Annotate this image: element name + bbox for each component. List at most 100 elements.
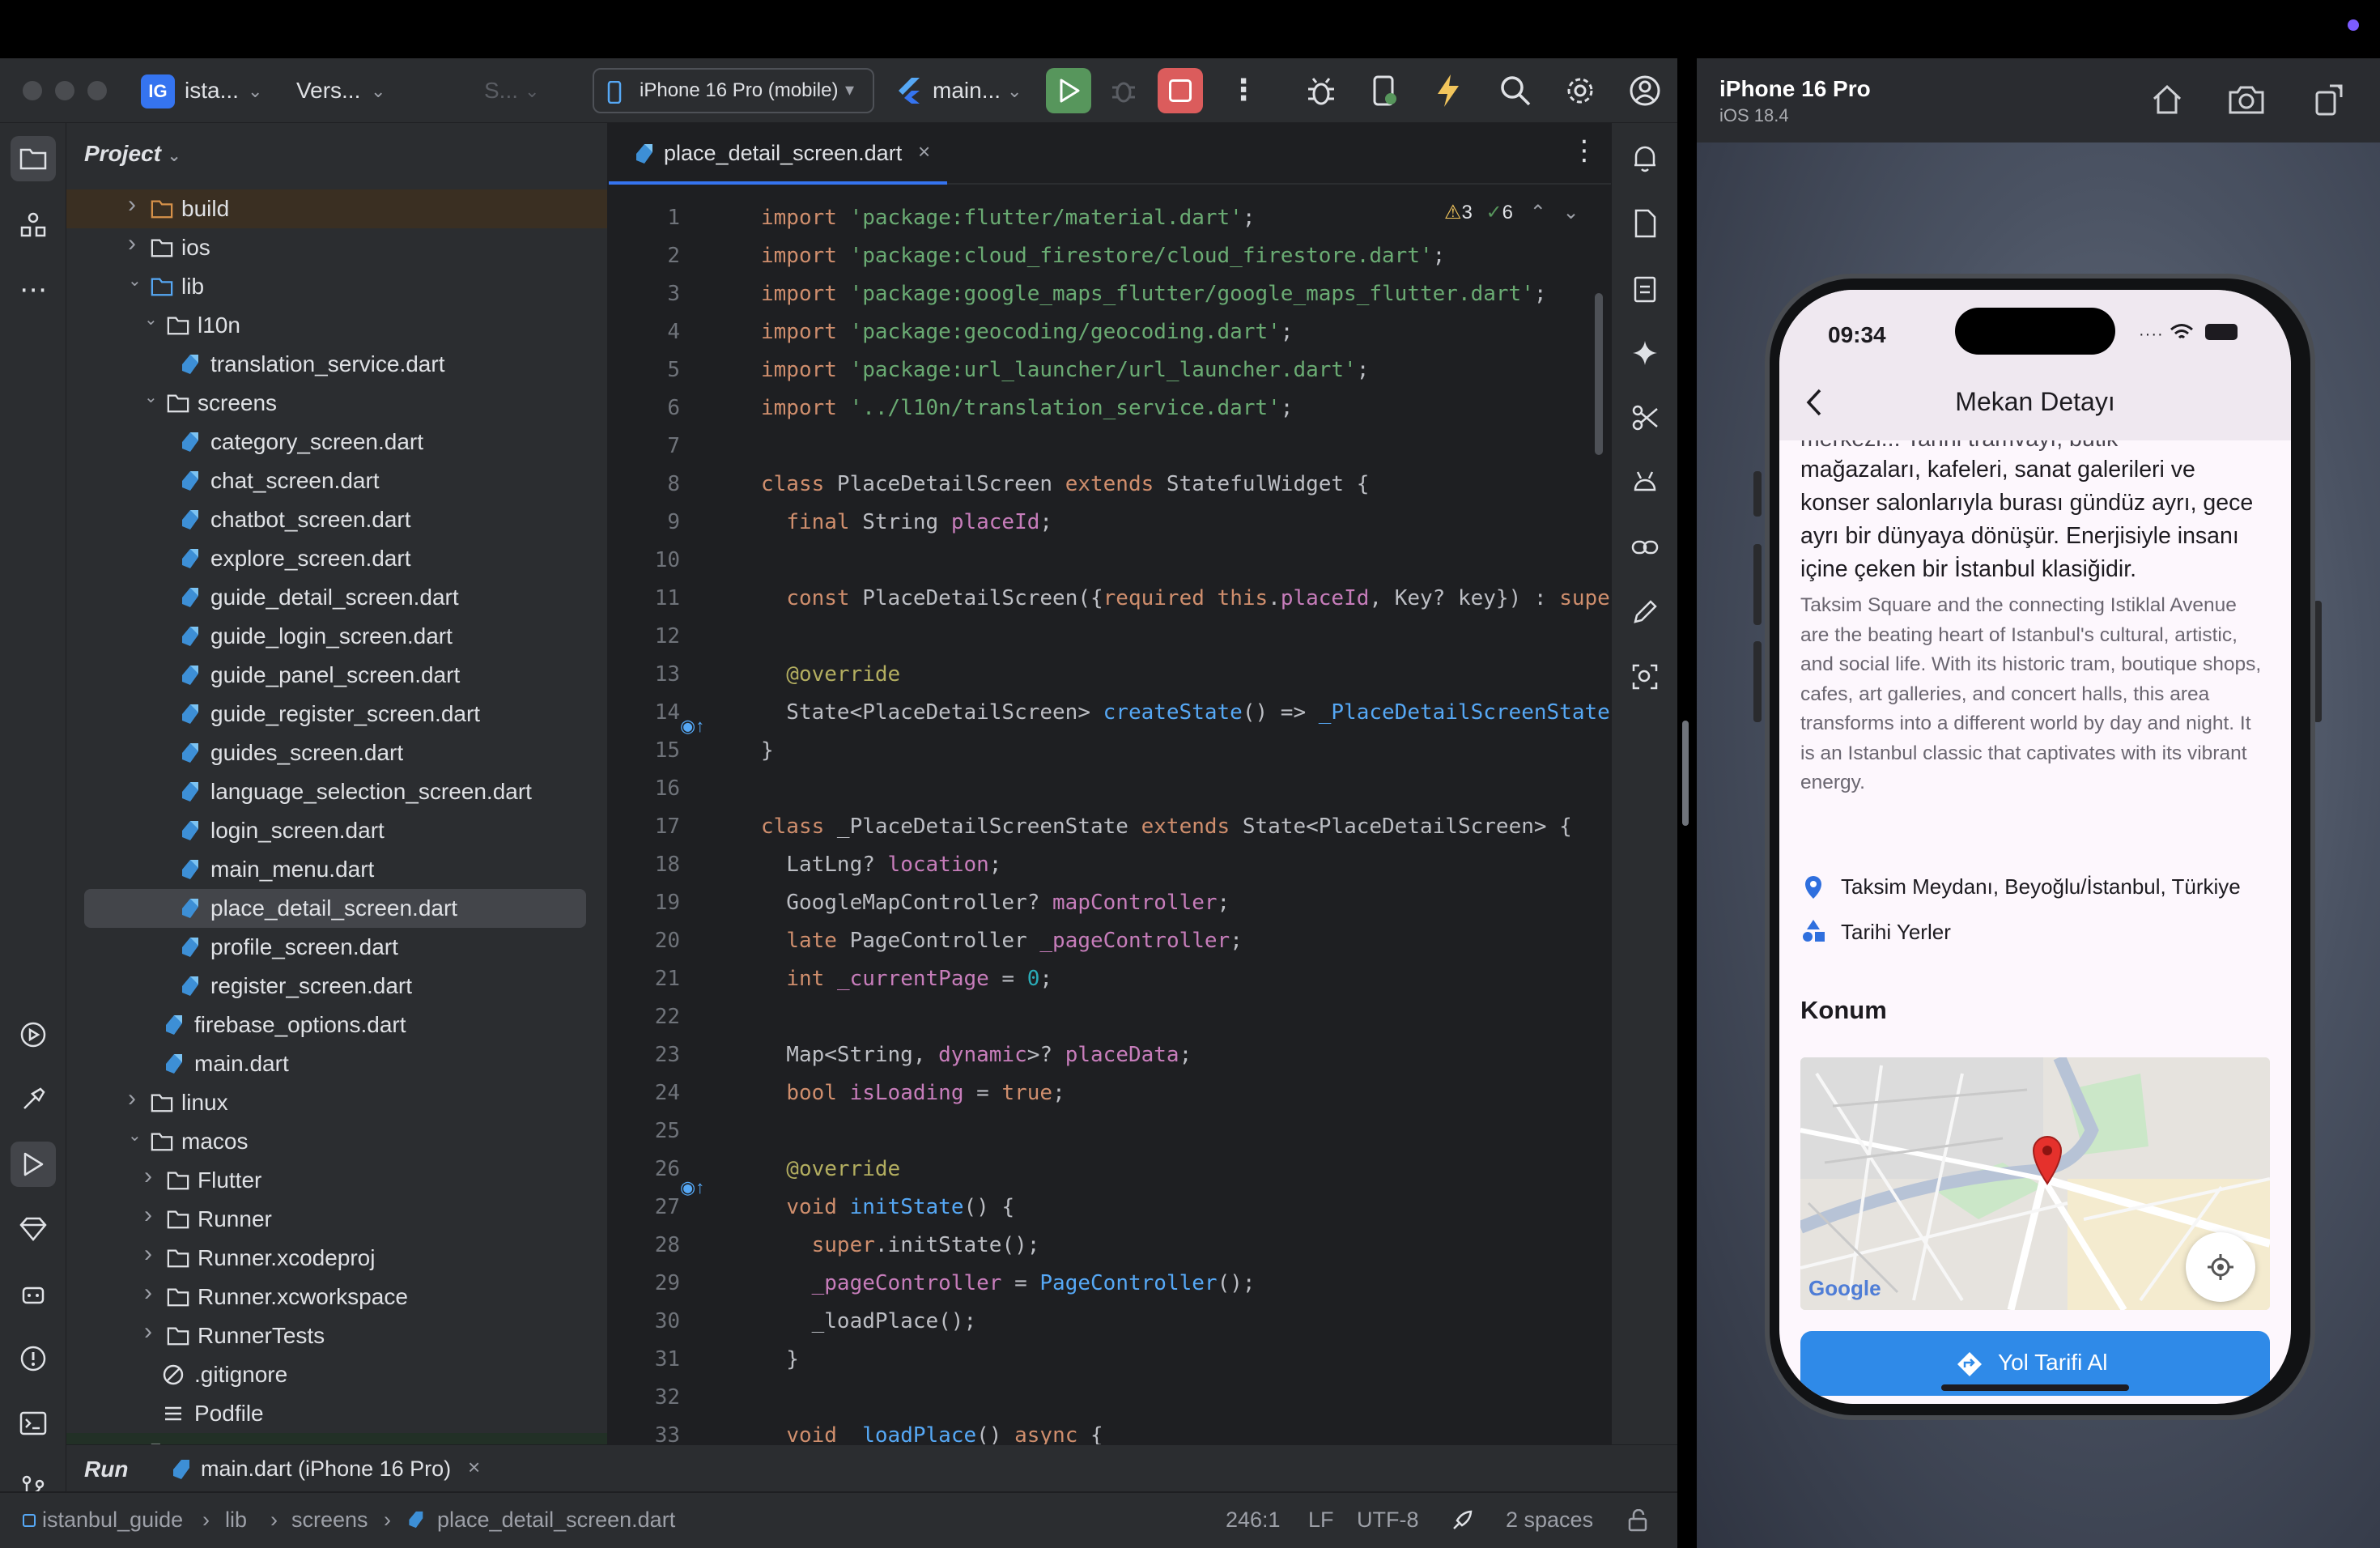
tree-item[interactable]: ⌄ macos: [66, 1122, 607, 1161]
tree-item[interactable]: › Runner.xcodeproj: [66, 1239, 607, 1278]
edit-tool-button[interactable]: [1622, 589, 1668, 635]
rocket-icon[interactable]: [1451, 1509, 1473, 1532]
breadcrumb-screens[interactable]: screens: [291, 1508, 368, 1533]
tree-item[interactable]: ⌄ screens: [66, 384, 607, 423]
tree-item[interactable]: guides_screen.dart: [66, 734, 607, 772]
editor-scrollbar[interactable]: [1595, 293, 1603, 455]
breadcrumb-lib[interactable]: lib: [225, 1508, 247, 1533]
breadcrumb-project[interactable]: istanbul_guide: [42, 1508, 183, 1533]
tools-button[interactable]: [1622, 395, 1668, 440]
flutter-inspector-button[interactable]: [11, 1077, 56, 1122]
chevron-right-icon[interactable]: ›: [128, 1085, 136, 1112]
lightning-icon[interactable]: [1434, 73, 1462, 108]
override-marker-icon[interactable]: ◉↑: [680, 716, 704, 737]
vcs-widget[interactable]: Vers...: [296, 78, 360, 104]
tree-item[interactable]: ›test: [66, 1433, 607, 1444]
more-tools-icon[interactable]: ⋯: [11, 267, 56, 313]
rotate-icon[interactable]: [2314, 83, 2346, 117]
home-indicator[interactable]: [1941, 1384, 2129, 1391]
tree-item[interactable]: explore_screen.dart: [66, 539, 607, 578]
window-zoom-button[interactable]: [87, 81, 107, 100]
screenshot-icon[interactable]: [2228, 84, 2265, 115]
tree-item[interactable]: guide_register_screen.dart: [66, 695, 607, 734]
tab-more-icon[interactable]: ⋮: [1570, 134, 1598, 167]
tree-item[interactable]: login_screen.dart: [66, 811, 607, 850]
tree-item[interactable]: chat_screen.dart: [66, 461, 607, 500]
chevron-down-icon[interactable]: ⌄: [525, 81, 539, 102]
close-icon[interactable]: ×: [918, 139, 930, 164]
tree-item[interactable]: › Runner.xcworkspace: [66, 1278, 607, 1316]
tree-item[interactable]: ⌄ l10n: [66, 306, 607, 345]
tree-item[interactable]: Podfile: [66, 1394, 607, 1433]
run-config[interactable]: main...: [933, 78, 1001, 104]
device-selector[interactable]: iPhone 16 Pro (mobile) ▾: [593, 68, 874, 113]
tree-item[interactable]: › RunnerTests: [66, 1316, 607, 1355]
my-location-button[interactable]: [2186, 1232, 2255, 1302]
chevron-down-icon[interactable]: ⌄: [128, 270, 142, 291]
close-icon[interactable]: ×: [468, 1455, 480, 1480]
stop-button[interactable]: [1158, 68, 1203, 113]
home-icon[interactable]: [2150, 83, 2184, 117]
unlock-icon[interactable]: [1627, 1509, 1648, 1532]
tree-item[interactable]: main.dart: [66, 1044, 607, 1083]
tree-item[interactable]: › build: [66, 189, 607, 228]
tree-item[interactable]: category_screen.dart: [66, 423, 607, 461]
account-icon[interactable]: [1629, 74, 1661, 107]
search-icon[interactable]: [1499, 74, 1532, 107]
project-name[interactable]: ista...: [185, 78, 239, 104]
chevron-right-icon[interactable]: ›: [144, 1318, 152, 1346]
chevron-down-icon[interactable]: ⌄: [144, 387, 158, 407]
tree-item[interactable]: guide_panel_screen.dart: [66, 656, 607, 695]
tree-item[interactable]: › Flutter: [66, 1161, 607, 1200]
run-button[interactable]: [1046, 68, 1091, 113]
chevron-down-icon[interactable]: ⌄: [371, 81, 385, 102]
breadcrumb-file[interactable]: place_detail_screen.dart: [437, 1508, 675, 1533]
window-close-button[interactable]: [23, 81, 42, 100]
devtools-button[interactable]: [11, 1271, 56, 1316]
caret-position[interactable]: 246:1: [1226, 1508, 1281, 1533]
project-panel-title[interactable]: Project ⌄: [84, 141, 181, 167]
structure-tool-button[interactable]: [11, 202, 56, 248]
config-selector[interactable]: S...: [484, 78, 518, 104]
tree-item[interactable]: register_screen.dart: [66, 967, 607, 1006]
tree-item[interactable]: ⌄ lib: [66, 267, 607, 306]
hot-reload-bug-icon[interactable]: [1305, 76, 1337, 108]
run-tool-button[interactable]: [11, 1142, 56, 1187]
chevron-right-icon[interactable]: ›: [128, 191, 136, 219]
tree-item[interactable]: translation_service.dart: [66, 345, 607, 384]
code-area[interactable]: 1 import 'package:flutter/material.dart';…: [609, 201, 1611, 1444]
ai-assistant-button[interactable]: [1622, 330, 1668, 376]
tree-item[interactable]: › Runner: [66, 1200, 607, 1239]
project-tool-button[interactable]: [11, 136, 56, 181]
gear-icon[interactable]: [1564, 74, 1596, 107]
editor-tab-place-detail[interactable]: place_detail_screen.dart ×: [609, 123, 947, 185]
chevron-right-icon[interactable]: ›: [128, 230, 136, 257]
chevron-right-icon[interactable]: ›: [144, 1201, 152, 1229]
tree-item[interactable]: main_menu.dart: [66, 850, 607, 889]
android-tool-button[interactable]: [1622, 460, 1668, 505]
chevron-right-icon[interactable]: ›: [144, 1163, 152, 1190]
terminal-tool-button[interactable]: [11, 1401, 56, 1446]
device-manager-icon[interactable]: [1370, 74, 1399, 108]
window-minimize-button[interactable]: [55, 81, 74, 100]
file-encoding[interactable]: UTF-8: [1357, 1508, 1419, 1533]
gem-tool-button[interactable]: [11, 1206, 56, 1252]
chevron-right-icon[interactable]: ›: [128, 1435, 136, 1444]
indent-setting[interactable]: 2 spaces: [1506, 1508, 1593, 1533]
run-label[interactable]: Run: [84, 1457, 128, 1482]
tree-item[interactable]: language_selection_screen.dart: [66, 772, 607, 811]
tree-item[interactable]: place_detail_screen.dart: [84, 889, 586, 928]
debug-icon[interactable]: [1109, 76, 1138, 105]
map-view[interactable]: Google: [1800, 1057, 2270, 1310]
more-icon[interactable]: ⋮: [1229, 73, 1258, 107]
chevron-right-icon[interactable]: ›: [144, 1240, 152, 1268]
problems-tool-button[interactable]: [11, 1336, 56, 1381]
clipboard-tool-button[interactable]: [1622, 266, 1668, 311]
tree-item[interactable]: guide_login_screen.dart: [66, 617, 607, 656]
tree-item[interactable]: .gitignore: [66, 1355, 607, 1394]
tree-item[interactable]: guide_detail_screen.dart: [66, 578, 607, 617]
link-tool-button[interactable]: [1622, 525, 1668, 570]
map-marker-icon[interactable]: [2030, 1135, 2064, 1185]
project-badge[interactable]: IG: [141, 74, 175, 108]
chevron-right-icon[interactable]: ›: [144, 1279, 152, 1307]
